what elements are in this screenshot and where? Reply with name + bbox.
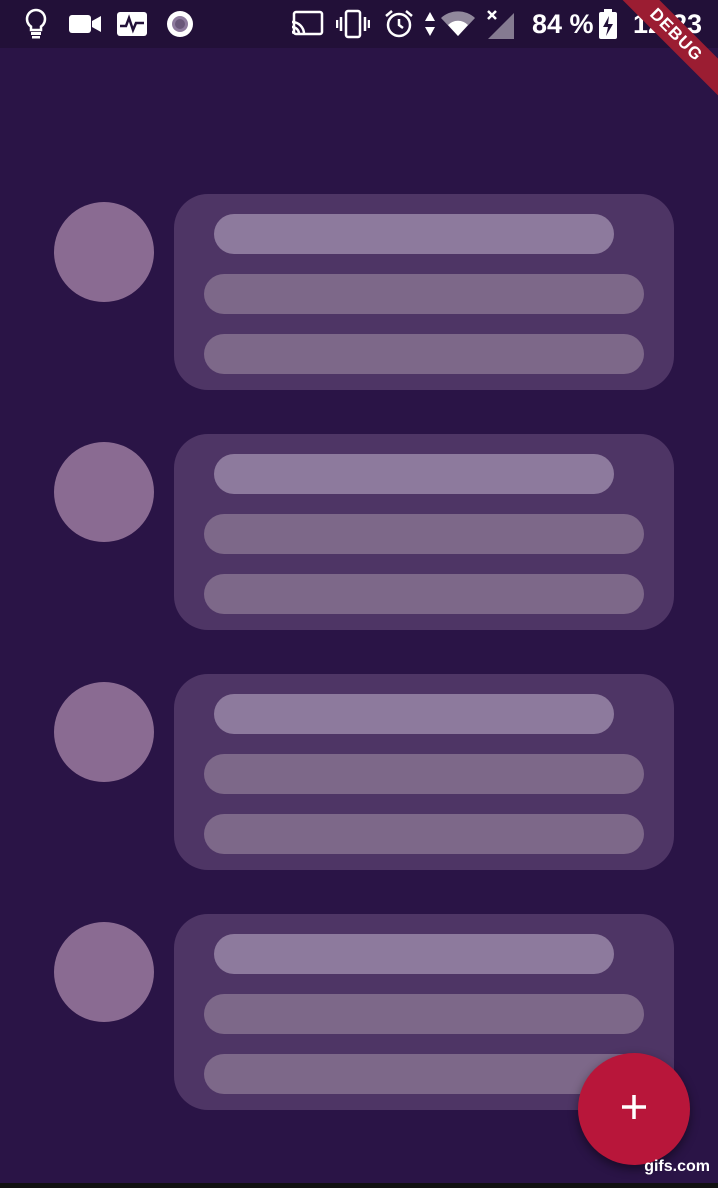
card-placeholder bbox=[174, 674, 674, 870]
plus-icon bbox=[619, 1092, 649, 1127]
status-bar: 84 % 12:23 DEBUG bbox=[0, 0, 718, 101]
watermark: gifs.com bbox=[644, 1158, 710, 1175]
bottom-edge bbox=[0, 1183, 718, 1188]
vibrate-icon bbox=[336, 8, 370, 40]
list-item[interactable] bbox=[0, 194, 718, 390]
list-item[interactable] bbox=[0, 674, 718, 870]
card-placeholder bbox=[174, 434, 674, 630]
title-bar-placeholder bbox=[214, 454, 614, 494]
battery-charging-icon bbox=[598, 8, 618, 40]
avatar-placeholder bbox=[54, 442, 154, 542]
title-bar-placeholder bbox=[214, 934, 614, 974]
text-line-placeholder bbox=[204, 1054, 644, 1094]
lightbulb-icon bbox=[24, 8, 48, 40]
avatar-placeholder bbox=[54, 202, 154, 302]
avatar-placeholder bbox=[54, 922, 154, 1022]
alarm-icon bbox=[384, 8, 414, 40]
add-fab-button[interactable] bbox=[578, 1053, 690, 1165]
text-line-placeholder bbox=[204, 334, 644, 374]
no-signal-icon bbox=[486, 8, 516, 40]
text-line-placeholder bbox=[204, 754, 644, 794]
text-line-placeholder bbox=[204, 574, 644, 614]
text-line-placeholder bbox=[204, 814, 644, 854]
list-item[interactable] bbox=[0, 434, 718, 630]
text-line-placeholder bbox=[204, 274, 644, 314]
activity-icon bbox=[116, 8, 148, 40]
record-icon bbox=[166, 8, 194, 40]
title-bar-placeholder bbox=[214, 214, 614, 254]
card-placeholder bbox=[174, 194, 674, 390]
data-arrows-icon bbox=[424, 8, 436, 40]
battery-percent: 84 % bbox=[532, 9, 594, 39]
title-bar-placeholder bbox=[214, 694, 614, 734]
text-line-placeholder bbox=[204, 514, 644, 554]
wifi-icon bbox=[440, 8, 476, 40]
text-line-placeholder bbox=[204, 994, 644, 1034]
cast-icon bbox=[290, 8, 324, 40]
avatar-placeholder bbox=[54, 682, 154, 782]
video-camera-icon bbox=[68, 8, 102, 40]
